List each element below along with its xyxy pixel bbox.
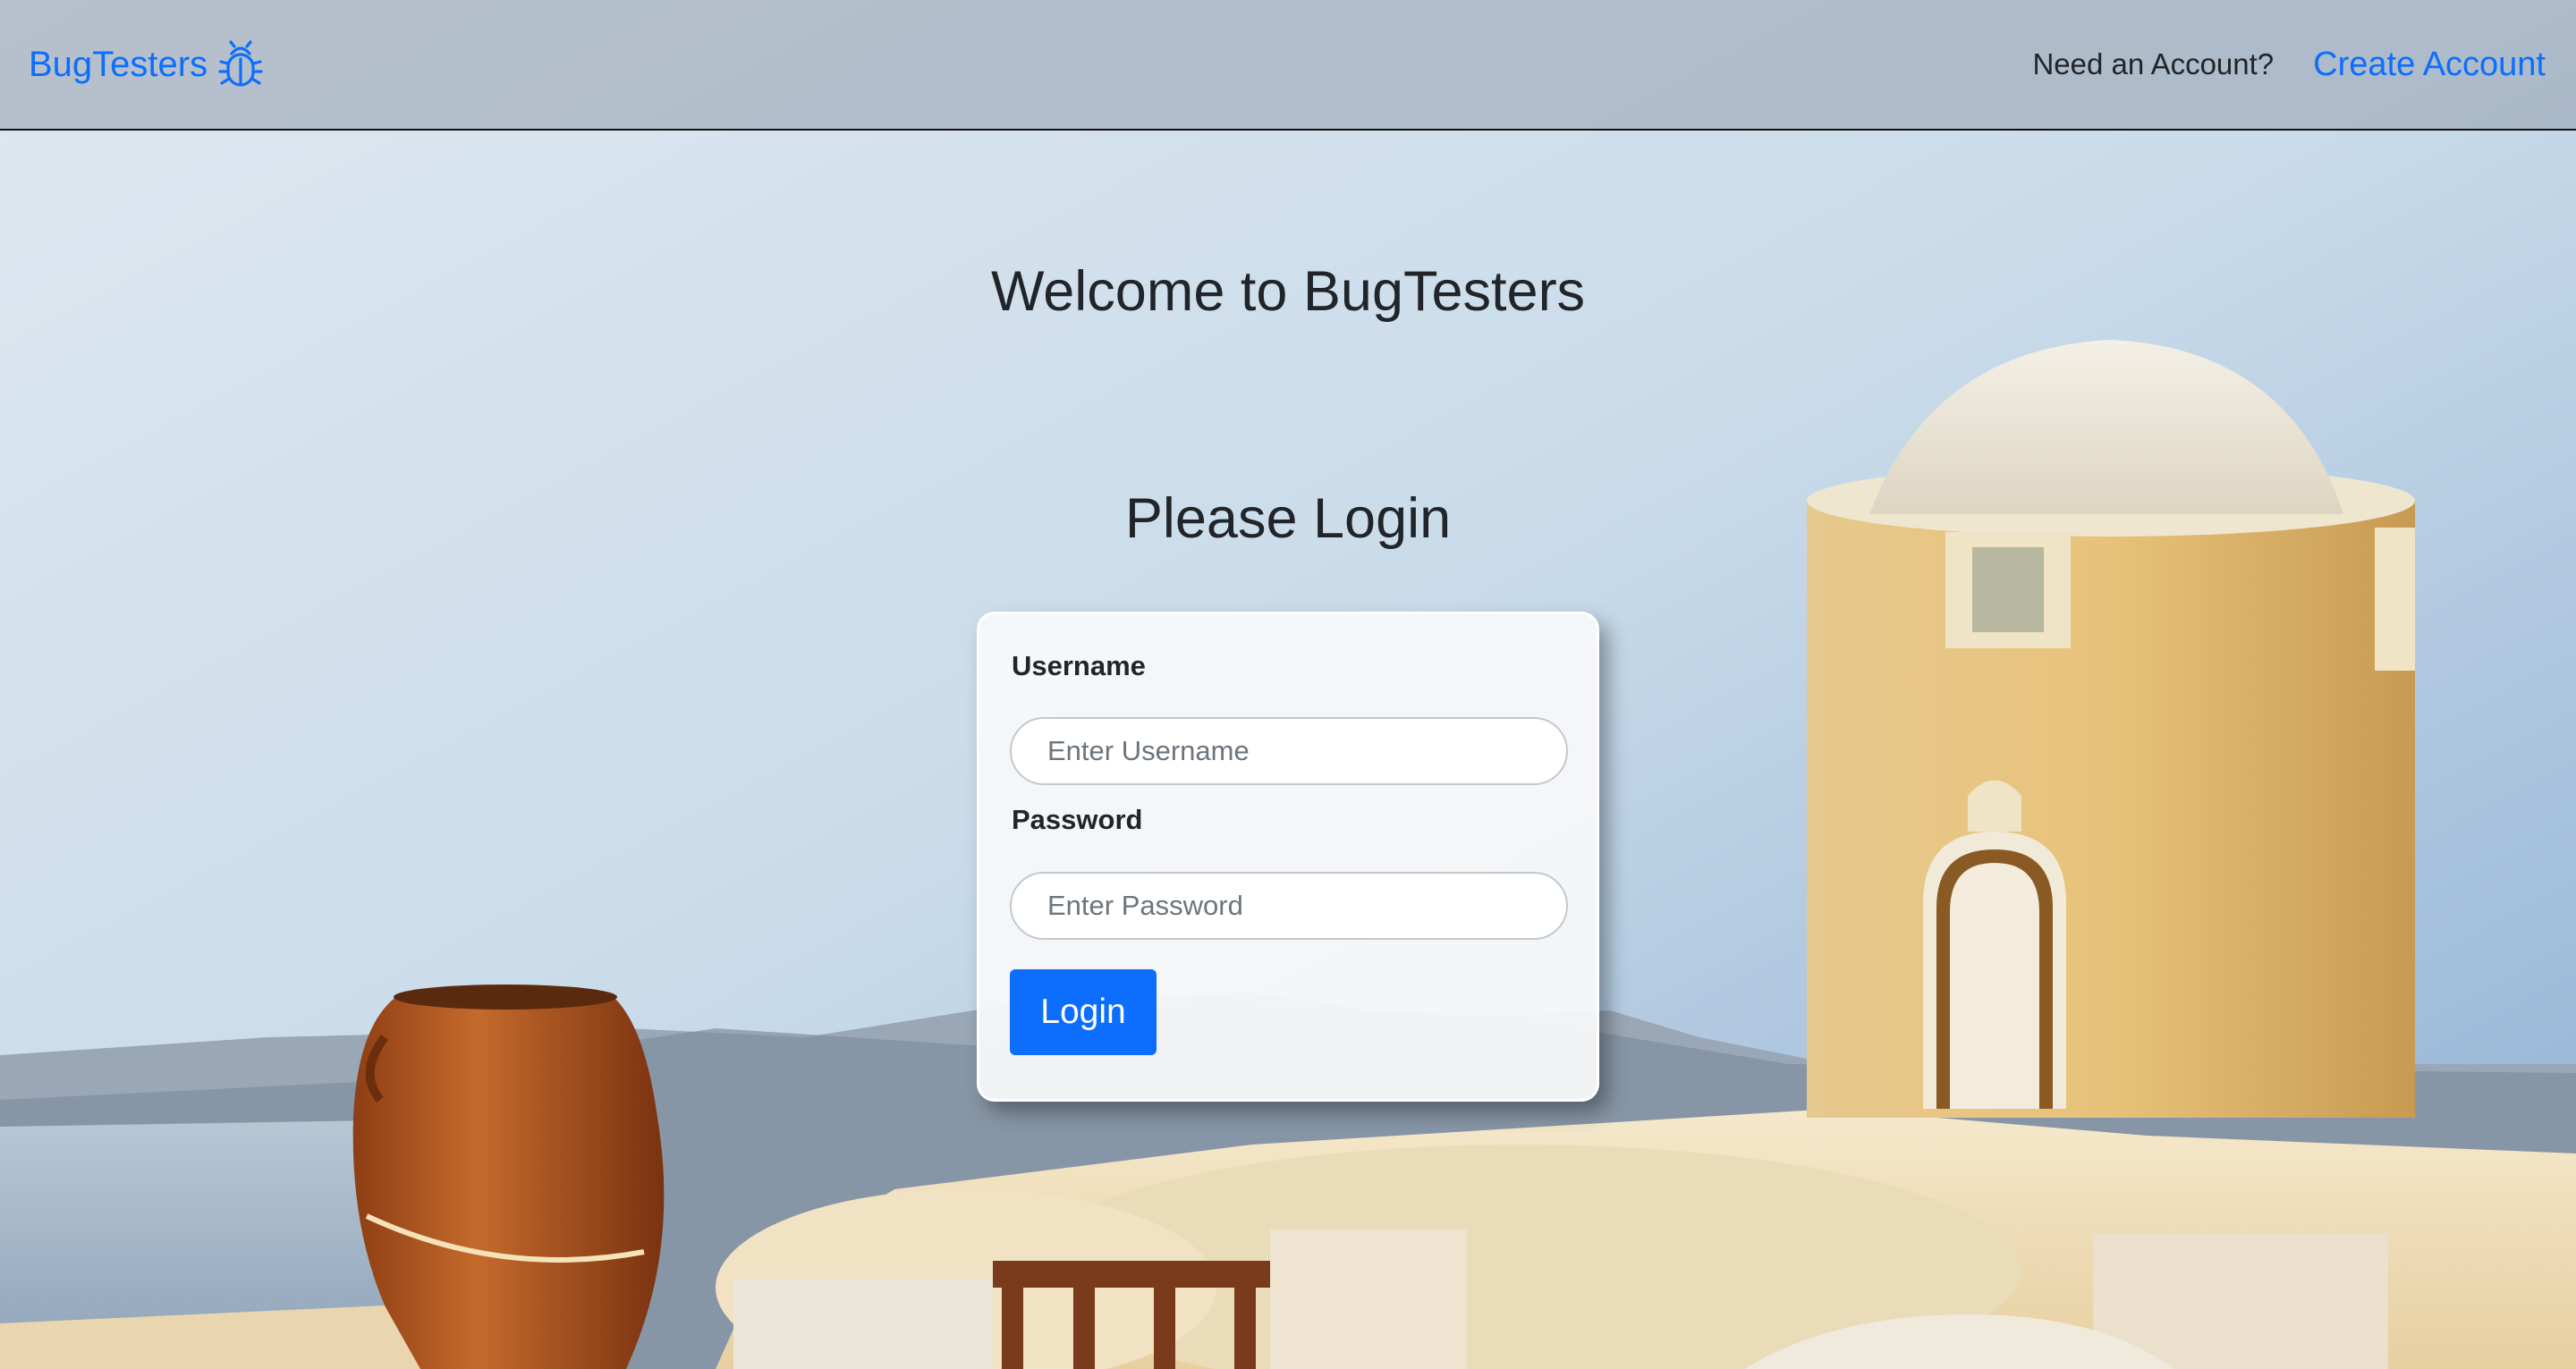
login-form: Username Password Login xyxy=(977,612,1599,1102)
top-navbar: BugTesters Need an Account? Create Accou… xyxy=(0,0,2576,131)
welcome-heading: Welcome to BugTesters xyxy=(990,260,1586,323)
username-label: Username xyxy=(1012,650,1146,681)
login-heading: Please Login xyxy=(1124,487,1452,550)
account-question: Need an Account? xyxy=(2032,47,2275,80)
nav-right: Need an Account? Create Account xyxy=(2032,46,2546,84)
create-account-link[interactable]: Create Account xyxy=(2313,46,2546,84)
brand-link[interactable]: BugTesters xyxy=(29,39,263,89)
bug-icon xyxy=(218,39,263,89)
password-input[interactable] xyxy=(1010,872,1568,940)
username-input[interactable] xyxy=(1010,717,1568,785)
brand-name: BugTesters xyxy=(29,44,208,84)
login-button[interactable]: Login xyxy=(1010,969,1157,1055)
password-label: Password xyxy=(1012,804,1143,835)
